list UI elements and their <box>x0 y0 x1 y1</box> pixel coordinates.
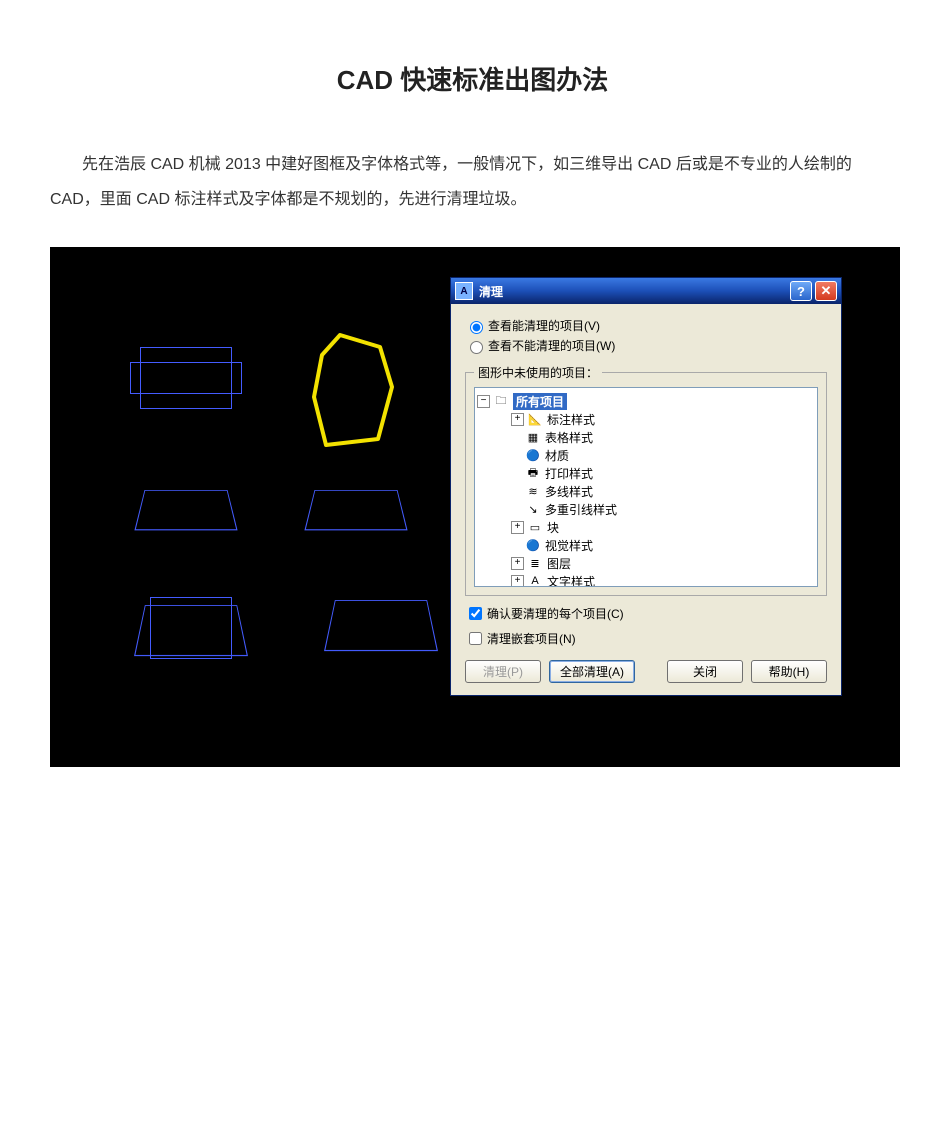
tree-item-label: 表格样式 <box>545 429 593 446</box>
tree-item[interactable]: +📐 标注样式 <box>477 410 815 428</box>
expand-spacer <box>511 468 522 479</box>
cad-screenshot: A 清理 ? ✕ 查看能清理的项目(V) 查看不能清理的项目(W) 图形中未使用… <box>50 247 900 767</box>
cad-drawing <box>304 490 407 530</box>
tree-item-icon: ≋ <box>525 484 541 498</box>
tree-item-icon: ≣ <box>527 556 543 570</box>
tree-item-icon: 🔵 <box>525 538 541 552</box>
tree-item-icon: ▭ <box>527 520 543 534</box>
expand-toggle[interactable]: + <box>511 557 524 570</box>
tree-item-icon: ▦ <box>525 430 541 444</box>
expand-spacer <box>511 540 522 551</box>
tree-item[interactable]: +A 文字样式 <box>477 572 815 587</box>
tree-item[interactable]: 🔵 视觉样式 <box>477 536 815 554</box>
article-title: CAD 快速标准出图办法 <box>50 60 895 97</box>
checkbox-nested-label: 清理嵌套项目(N) <box>487 630 576 647</box>
tree-item-label: 视觉样式 <box>545 537 593 554</box>
tree-item[interactable]: ≋ 多线样式 <box>477 482 815 500</box>
unused-items-legend: 图形中未使用的项目： <box>474 364 602 381</box>
radio-view-nonpurgeable-input[interactable] <box>470 341 483 354</box>
expand-toggle[interactable]: + <box>511 575 524 588</box>
expand-spacer <box>511 432 522 443</box>
tree-item-label: 文字样式 <box>547 573 595 588</box>
checkbox-nested[interactable]: 清理嵌套项目(N) <box>465 629 827 648</box>
yellow-sketch-shape <box>300 327 410 457</box>
tree-item[interactable]: 🖶 打印样式 <box>477 464 815 482</box>
checkbox-nested-input[interactable] <box>469 632 482 645</box>
titlebar-close-button[interactable]: ✕ <box>815 281 837 301</box>
tree-item[interactable]: +≣ 图层 <box>477 554 815 572</box>
radio-view-nonpurgeable[interactable]: 查看不能清理的项目(W) <box>465 337 827 354</box>
checkbox-confirm-each-label: 确认要清理的每个项目(C) <box>487 605 624 622</box>
cad-drawing <box>324 601 438 652</box>
purge-button[interactable]: 清理(P) <box>465 660 541 683</box>
cad-drawing <box>130 362 242 394</box>
expand-toggle[interactable]: − <box>477 395 490 408</box>
tree-item-icon: 🖶 <box>525 466 541 480</box>
tree-item-label: 标注样式 <box>547 411 595 428</box>
tree-item[interactable]: 🔵 材质 <box>477 446 815 464</box>
tree-item[interactable]: +▭ 块 <box>477 518 815 536</box>
tree-item-icon: A <box>527 574 543 587</box>
checkbox-confirm-each-input[interactable] <box>469 607 482 620</box>
article-paragraph: 先在浩辰 CAD 机械 2013 中建好图框及字体格式等，一般情况下，如三维导出… <box>50 147 895 217</box>
radio-view-purgeable-input[interactable] <box>470 321 483 334</box>
titlebar-help-button[interactable]: ? <box>790 281 812 301</box>
radio-view-nonpurgeable-label: 查看不能清理的项目(W) <box>488 337 615 354</box>
dialog-titlebar[interactable]: A 清理 ? ✕ <box>451 278 841 304</box>
tree-item-icon: 📐 <box>527 412 543 426</box>
tree-item-label: 块 <box>547 519 559 536</box>
purge-all-button[interactable]: 全部清理(A) <box>549 660 635 683</box>
radio-view-purgeable[interactable]: 查看能清理的项目(V) <box>465 317 827 334</box>
folder-icon: 🗀 <box>493 394 509 408</box>
unused-items-fieldset: 图形中未使用的项目： − 🗀 所有项目 +📐标注样式▦表格样式🔵材质🖶打印样式≋… <box>465 364 827 596</box>
app-icon: A <box>455 282 473 300</box>
dialog-title: 清理 <box>479 283 503 300</box>
tree-root[interactable]: − 🗀 所有项目 <box>477 392 815 410</box>
tree-item-label: 图层 <box>547 555 571 572</box>
tree-item[interactable]: ↘ 多重引线样式 <box>477 500 815 518</box>
tree-item-icon: 🔵 <box>525 448 541 462</box>
purge-dialog: A 清理 ? ✕ 查看能清理的项目(V) 查看不能清理的项目(W) 图形中未使用… <box>450 277 842 696</box>
close-button[interactable]: 关闭 <box>667 660 743 683</box>
expand-spacer <box>511 450 522 461</box>
tree-root-label: 所有项目 <box>513 393 567 410</box>
expand-toggle[interactable]: + <box>511 413 524 426</box>
radio-view-purgeable-label: 查看能清理的项目(V) <box>488 317 600 334</box>
expand-toggle[interactable]: + <box>511 521 524 534</box>
tree-item-icon: ↘ <box>525 502 541 516</box>
help-button[interactable]: 帮助(H) <box>751 660 827 683</box>
purge-tree[interactable]: − 🗀 所有项目 +📐标注样式▦表格样式🔵材质🖶打印样式≋多线样式↘多重引线样式… <box>474 387 818 587</box>
tree-item-label: 打印样式 <box>545 465 593 482</box>
tree-item-label: 材质 <box>545 447 569 464</box>
cad-drawing <box>134 490 237 530</box>
expand-spacer <box>511 486 522 497</box>
cad-drawing <box>134 606 248 657</box>
tree-item[interactable]: ▦ 表格样式 <box>477 428 815 446</box>
expand-spacer <box>511 504 522 515</box>
tree-item-label: 多线样式 <box>545 483 593 500</box>
checkbox-confirm-each[interactable]: 确认要清理的每个项目(C) <box>465 604 827 623</box>
tree-item-label: 多重引线样式 <box>545 501 617 518</box>
